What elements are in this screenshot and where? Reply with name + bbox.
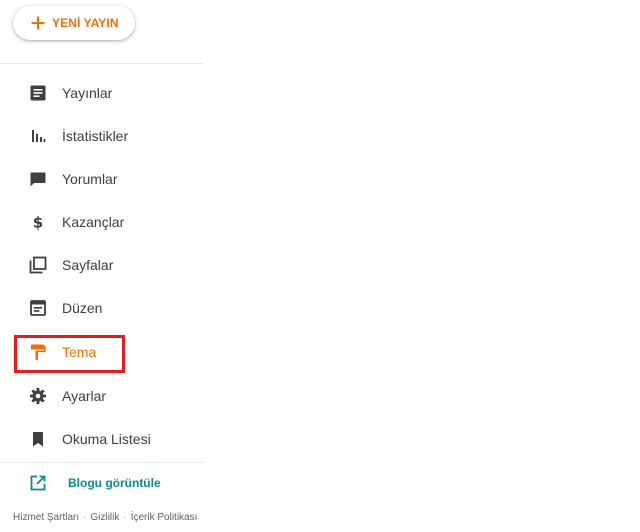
comments-icon bbox=[29, 170, 47, 188]
pages-icon bbox=[29, 256, 47, 274]
dollar-icon: $ bbox=[29, 213, 47, 232]
sidebar-item-earnings[interactable]: $ Kazançlar bbox=[0, 202, 203, 242]
sidebar-item-comments[interactable]: Yorumlar bbox=[0, 159, 203, 199]
view-blog-link[interactable]: Blogu görüntüle bbox=[0, 465, 203, 501]
sidebar: YENİ YAYIN Yayınlar İstatistikler Yoruml… bbox=[0, 0, 203, 532]
sidebar-item-label: Kazançlar bbox=[62, 214, 125, 230]
divider bbox=[0, 63, 203, 64]
sidebar-item-label: Ayarlar bbox=[62, 388, 107, 404]
divider bbox=[0, 462, 203, 463]
sidebar-item-posts[interactable]: Yayınlar bbox=[0, 73, 203, 113]
plus-icon bbox=[31, 16, 45, 30]
open-in-new-icon bbox=[29, 474, 47, 492]
sidebar-item-label: Yorumlar bbox=[62, 171, 118, 187]
sidebar-item-label: İstatistikler bbox=[62, 128, 129, 144]
sidebar-item-layout[interactable]: Düzen bbox=[0, 288, 203, 328]
highlight-annotation bbox=[14, 335, 125, 373]
footer-separator: · bbox=[123, 512, 127, 523]
blogger-page: YENİ YAYIN Yayınlar İstatistikler Yoruml… bbox=[0, 0, 640, 532]
posts-icon bbox=[29, 84, 47, 102]
content-policy-link[interactable]: İçerik Politikası bbox=[131, 512, 198, 523]
new-post-button[interactable]: YENİ YAYIN bbox=[13, 6, 135, 40]
sidebar-item-settings[interactable]: Ayarlar bbox=[0, 376, 203, 416]
gear-icon bbox=[29, 387, 47, 405]
svg-text:$: $ bbox=[33, 214, 43, 232]
sidebar-item-label: Okuma Listesi bbox=[62, 431, 151, 447]
new-post-label: YENİ YAYIN bbox=[52, 16, 119, 30]
terms-link[interactable]: Hizmet Şartları bbox=[13, 512, 79, 523]
sidebar-item-stats[interactable]: İstatistikler bbox=[0, 116, 203, 156]
footer-separator: · bbox=[83, 512, 87, 523]
sidebar-item-label: Düzen bbox=[62, 300, 103, 316]
sidebar-item-reading-list[interactable]: Okuma Listesi bbox=[0, 419, 203, 459]
privacy-link[interactable]: Gizlilik bbox=[90, 512, 119, 523]
sidebar-item-label: Yayınlar bbox=[62, 85, 113, 101]
view-blog-label: Blogu görüntüle bbox=[68, 476, 161, 490]
sidebar-item-pages[interactable]: Sayfalar bbox=[0, 245, 203, 285]
footer-links: Hizmet Şartları · Gizlilik · İçerik Politika… bbox=[13, 512, 197, 523]
bookmark-icon bbox=[29, 430, 47, 448]
layout-icon bbox=[29, 299, 47, 317]
stats-icon bbox=[29, 127, 47, 145]
sidebar-item-label: Sayfalar bbox=[62, 257, 114, 273]
